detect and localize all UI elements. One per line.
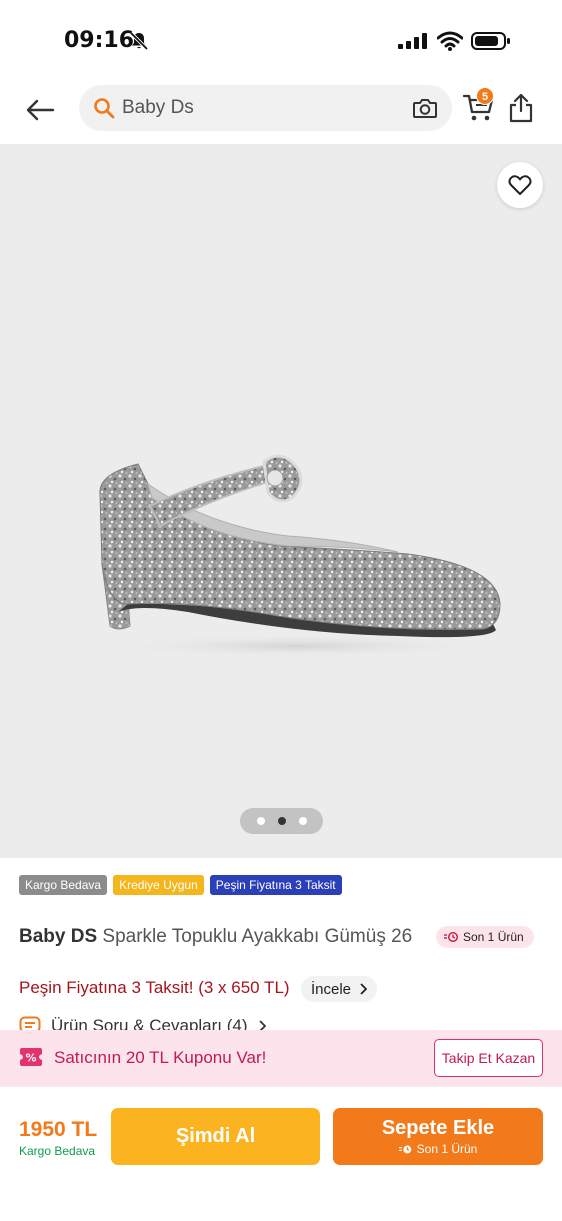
chevron-right-icon — [258, 1020, 266, 1030]
svg-text:%: % — [25, 1052, 36, 1065]
search-query: Baby Ds — [122, 97, 194, 118]
installment-info: Peşin Fiyatına 3 Taksit! (3 x 650 TL) — [19, 978, 290, 997]
coupon-banner: % Satıcının 20 TL Kuponu Var! Takip Et K… — [0, 1030, 562, 1086]
status-time: 09:16 — [64, 28, 135, 53]
product-brand[interactable]: Baby DS — [19, 926, 97, 947]
top-navigation: Baby Ds 5 — [0, 80, 562, 142]
cart-count-badge: 5 — [476, 87, 494, 105]
back-button[interactable] — [20, 90, 60, 130]
wifi-icon — [437, 31, 463, 51]
add-to-cart-stock: Son 1 Ürün — [398, 1142, 478, 1156]
product-title: Baby DS Sparkle Topuklu Ayakkabı Gümüş 2… — [19, 926, 412, 948]
clock-icon — [398, 1145, 411, 1153]
product-photo-shoe — [98, 454, 501, 658]
badge-credit-eligible: Krediye Uygun — [113, 875, 204, 895]
follow-and-earn-button[interactable]: Takip Et Kazan — [434, 1039, 543, 1077]
chat-bubble-icon — [19, 1016, 41, 1030]
coupon-text: Satıcının 20 TL Kuponu Var! — [54, 1048, 267, 1067]
low-stock-badge: Son 1 Ürün — [436, 926, 534, 948]
favorite-button[interactable] — [497, 162, 543, 208]
add-to-cart-label: Sepete Ekle — [381, 1117, 495, 1139]
heart-icon — [508, 175, 532, 195]
installment-details-button[interactable]: İncele — [301, 976, 378, 1002]
gallery-pagination — [240, 808, 323, 834]
clock-icon — [444, 932, 458, 942]
badge-installment: Peşin Fiyatına 3 Taksit — [209, 875, 342, 895]
shipping-info: Kargo Bedava — [19, 1144, 96, 1158]
share-icon[interactable] — [507, 92, 535, 124]
add-to-cart-stock-label: Son 1 Ürün — [416, 1142, 478, 1156]
product-image-gallery[interactable] — [0, 144, 562, 858]
search-icon — [94, 98, 115, 119]
questions-answers-link[interactable]: Ürün Soru & Cevapları (4) — [19, 1016, 319, 1030]
status-bar: 09:16 — [0, 0, 562, 80]
buy-now-button[interactable]: Şimdi Al — [111, 1108, 320, 1165]
camera-search-icon[interactable] — [412, 96, 438, 120]
installment-details-label: İncele — [311, 980, 352, 998]
battery-icon — [471, 32, 510, 50]
product-price: 1950 TL — [19, 1118, 98, 1141]
add-to-cart-button[interactable]: Sepete Ekle Son 1 Ürün — [333, 1108, 543, 1165]
cellular-signal-icon — [398, 33, 427, 49]
gallery-dot[interactable] — [298, 817, 307, 825]
low-stock-label: Son 1 Ürün — [463, 930, 524, 944]
chevron-right-icon — [360, 983, 368, 995]
badge-free-shipping: Kargo Bedava — [19, 875, 108, 895]
questions-answers-label: Ürün Soru & Cevapları (4) — [51, 1016, 248, 1030]
search-input[interactable]: Baby Ds — [79, 85, 452, 131]
checkout-bar: 1950 TL Kargo Bedava Şimdi Al Sepete Ekl… — [0, 1086, 562, 1221]
bell-off-icon — [129, 31, 149, 51]
product-name: Sparkle Topuklu Ayakkabı Gümüş 26 — [102, 926, 413, 947]
gallery-dot[interactable] — [256, 817, 265, 825]
coupon-percent-icon: % — [20, 1048, 42, 1066]
gallery-dot-active[interactable] — [277, 817, 286, 825]
arrow-left-icon — [26, 99, 55, 121]
product-badges: Kargo Bedava Krediye Uygun Peşin Fiyatın… — [19, 875, 342, 895]
